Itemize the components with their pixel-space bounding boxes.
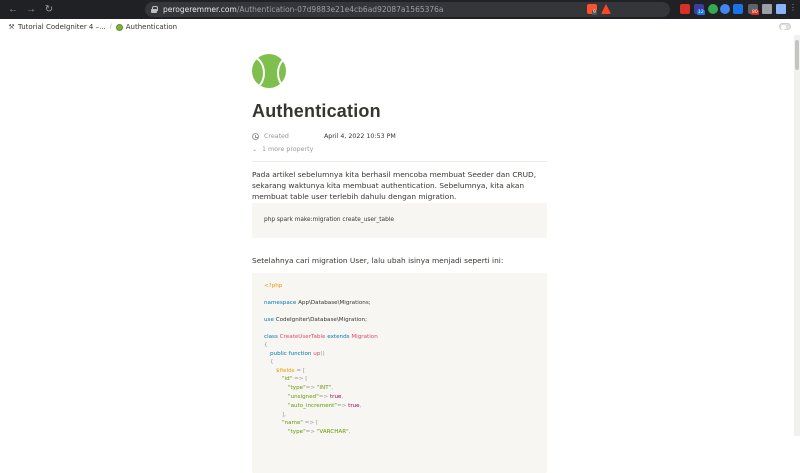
instruction-paragraph: Setelahnya cari migration User, lalu uba… bbox=[252, 256, 504, 265]
extension-red-icon[interactable] bbox=[680, 4, 690, 14]
code-line-type: "type"=> "INT", bbox=[288, 385, 333, 391]
code-token: , bbox=[331, 385, 333, 391]
code-brace: { bbox=[270, 359, 274, 365]
code-close-bracket: ], bbox=[282, 412, 286, 418]
code-brace: { bbox=[264, 342, 268, 348]
code-line: php spark make:migration create_user_tab… bbox=[264, 217, 394, 223]
code-line-auto-increment: "auto_increment"=> true, bbox=[288, 403, 361, 409]
code-line-fields: $fields = [ bbox=[276, 368, 305, 374]
clock-icon bbox=[252, 132, 259, 140]
code-block-command: php spark make:migration create_user_tab… bbox=[252, 203, 547, 238]
extension-drop-icon[interactable] bbox=[720, 4, 730, 14]
code-token: public function bbox=[270, 351, 312, 357]
code-line-id: "id" => [ bbox=[282, 376, 307, 382]
extension-gray-badge: 80 bbox=[751, 10, 759, 15]
code-token: => [ bbox=[292, 376, 308, 382]
lock-icon bbox=[151, 6, 158, 13]
code-php-open: <?php bbox=[264, 283, 283, 289]
breadcrumb-separator: / bbox=[109, 23, 112, 31]
breadcrumb-parent-label: Tutorial CodeIgniter 4 –... bbox=[18, 23, 106, 31]
property-created: Created April 4, 2022 10:53 PM bbox=[252, 130, 547, 142]
code-token: App\Database\Migrations; bbox=[298, 300, 371, 306]
code-token: "name" bbox=[282, 420, 304, 426]
code-token: "auto_increment" bbox=[288, 403, 337, 409]
extension-green-icon[interactable] bbox=[708, 4, 718, 14]
breadcrumb-parent[interactable]: ⚒ Tutorial CodeIgniter 4 –... bbox=[8, 23, 106, 31]
forward-icon[interactable]: → bbox=[24, 3, 38, 17]
breadcrumb-current[interactable]: Authentication bbox=[115, 23, 178, 31]
code-token: true bbox=[348, 403, 360, 409]
extensions-puzzle-icon[interactable] bbox=[762, 4, 772, 14]
breadcrumb-current-label: Authentication bbox=[125, 23, 178, 31]
tennis-ball-icon bbox=[252, 54, 286, 88]
sidebar-icon[interactable] bbox=[776, 4, 786, 14]
url-path: /Authentication-07d9883e21e4cb6ad92087a1… bbox=[236, 5, 444, 14]
code-token: CreateUserTable bbox=[279, 334, 326, 340]
code-token: , bbox=[341, 394, 344, 400]
code-block-migration: <?php namespace App\Database\Migrations;… bbox=[252, 273, 547, 473]
property-value: April 4, 2022 10:53 PM bbox=[324, 132, 396, 140]
code-token: => bbox=[305, 429, 317, 435]
code-line-class: class CreateUserTable extends Migration bbox=[264, 334, 378, 340]
notion-topbar: ⚒ Tutorial CodeIgniter 4 –... / Authenti… bbox=[0, 19, 800, 35]
code-token: "unsigned" bbox=[288, 394, 319, 400]
code-token: = [ bbox=[294, 368, 305, 374]
code-token: "type" bbox=[288, 429, 306, 435]
code-token: use bbox=[264, 317, 274, 323]
code-token: , bbox=[359, 403, 362, 409]
more-properties-label: 1 more property bbox=[262, 146, 314, 153]
code-token: $fields bbox=[276, 368, 295, 374]
code-line-namespace: namespace App\Database\Migrations; bbox=[264, 300, 371, 306]
code-line-function: public function up() bbox=[270, 351, 325, 357]
intro-paragraph: Pada artikel sebelumnya kita berhasil me… bbox=[252, 170, 537, 201]
property-name: Created bbox=[264, 132, 289, 140]
page-title: Authentication bbox=[252, 101, 381, 121]
code-token: true bbox=[329, 394, 342, 400]
code-token: , bbox=[348, 429, 351, 435]
code-token: Migration bbox=[351, 334, 378, 340]
code-line-name: "name" => [ bbox=[282, 420, 318, 426]
code-token: => bbox=[318, 394, 330, 400]
code-token: "VARCHAR" bbox=[316, 429, 349, 435]
menu-icon[interactable]: ⋮ bbox=[789, 3, 799, 13]
code-token: extends bbox=[327, 334, 350, 340]
code-token: namespace bbox=[264, 300, 297, 306]
code-token: "type" bbox=[288, 385, 306, 391]
extension-s-icon[interactable] bbox=[733, 4, 743, 14]
scrollbar-thumb[interactable] bbox=[795, 40, 799, 70]
theme-toggle[interactable] bbox=[779, 23, 791, 30]
scrollbar[interactable] bbox=[794, 35, 800, 436]
code-line-unsigned: "unsigned"=> true, bbox=[288, 394, 343, 400]
reload-icon[interactable]: ↻ bbox=[42, 3, 56, 17]
code-token: () bbox=[320, 351, 325, 357]
code-token: => [ bbox=[303, 420, 319, 426]
code-token: CodeIgniter\Database\Migration; bbox=[275, 317, 367, 323]
more-properties-toggle[interactable]: ⌄ 1 more property bbox=[252, 146, 313, 153]
code-token: "id" bbox=[282, 376, 293, 382]
code-token: class bbox=[264, 334, 278, 340]
url-host: perogeremmer.com bbox=[163, 5, 237, 14]
code-token: "INT" bbox=[316, 385, 332, 391]
tennis-ball-icon bbox=[115, 23, 123, 31]
back-icon[interactable]: ← bbox=[6, 3, 20, 17]
browser-toolbar: ← → ↻ perogeremmer.com /Authentication-0… bbox=[0, 0, 800, 19]
code-line-type-varchar: "type"=> "VARCHAR", bbox=[288, 429, 350, 435]
code-token: => bbox=[305, 385, 317, 391]
code-token: => bbox=[336, 403, 349, 409]
chevron-down-icon: ⌄ bbox=[252, 146, 258, 153]
hammer-icon: ⚒ bbox=[8, 23, 15, 31]
brave-shield-badge: 9 bbox=[592, 10, 597, 15]
divider bbox=[252, 161, 547, 162]
code-line-use: use CodeIgniter\Database\Migration; bbox=[264, 317, 367, 323]
extension-blue-badge: 12 bbox=[697, 10, 705, 15]
